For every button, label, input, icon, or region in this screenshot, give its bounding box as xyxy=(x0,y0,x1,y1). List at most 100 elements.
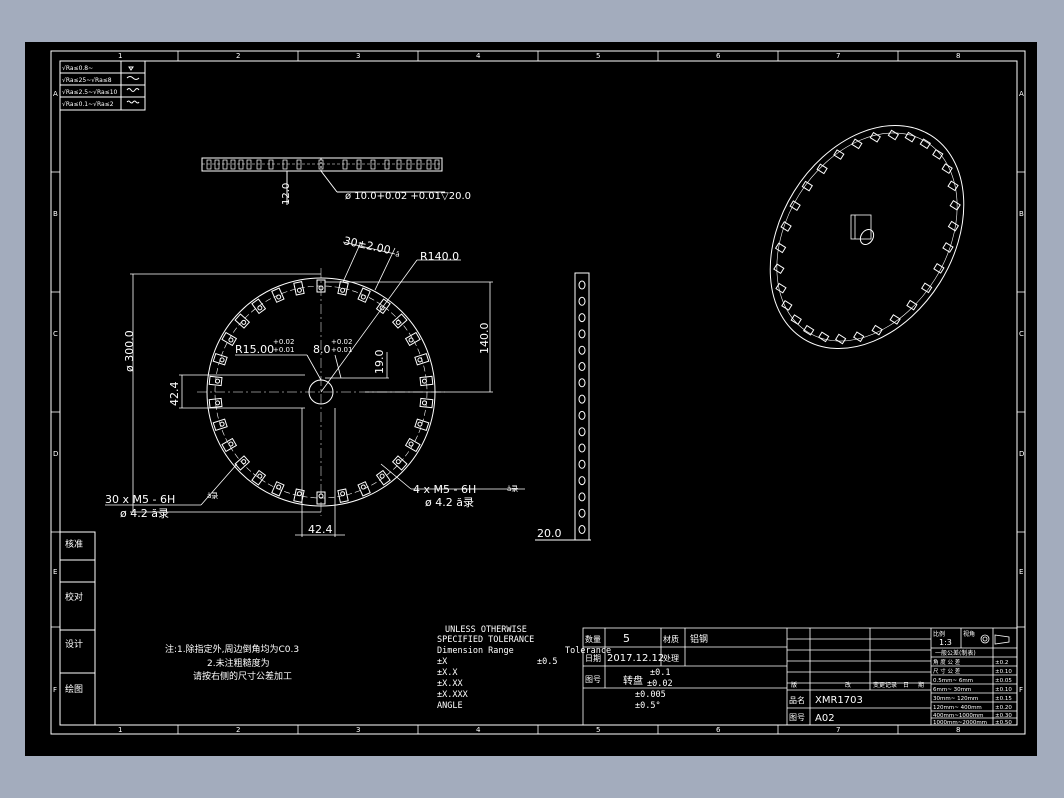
top-height-dim: 12.0 xyxy=(281,183,292,205)
zone-number: 5 xyxy=(596,726,600,734)
roughness-item: √Ra≤2.5~√Ra≤10 xyxy=(62,89,118,96)
side-hole xyxy=(578,296,586,306)
key-tol-lower: +0.01 xyxy=(331,346,352,354)
iso-slot xyxy=(851,138,863,150)
zone-letter: F xyxy=(1019,686,1023,694)
zone-number: 2 xyxy=(236,52,240,60)
side-hole xyxy=(578,476,586,486)
radius-dim: R140.0 xyxy=(420,250,459,263)
offset-dim-bottom: 42.4 xyxy=(308,523,333,536)
stamp-design: 设计 xyxy=(65,638,83,650)
zone-number: 6 xyxy=(716,52,721,60)
key-depth-dim: 19.0 xyxy=(373,350,386,375)
iso-slot xyxy=(834,333,847,345)
slot xyxy=(271,481,285,497)
zone-letter: B xyxy=(1019,210,1024,218)
key-tol-upper: +0.02 xyxy=(331,338,352,346)
slot xyxy=(404,437,421,453)
iso-slot xyxy=(942,242,954,253)
iso-slot xyxy=(887,129,900,141)
zone-number: 2 xyxy=(236,726,240,734)
tol-value: ±0.02 xyxy=(647,679,673,689)
stamp-column: 核准 校对 设计 绘图 xyxy=(59,531,96,726)
iso-slot xyxy=(773,263,785,275)
slot xyxy=(375,469,391,486)
projection-label: 视角 xyxy=(963,630,975,638)
zone-number: 4 xyxy=(476,726,481,734)
slot xyxy=(404,331,421,347)
gen-tol-value: ±0.10 xyxy=(995,669,1012,675)
iso-slot xyxy=(906,299,918,311)
zone-letter: D xyxy=(53,450,58,458)
rev-label: 变更记录 xyxy=(873,681,897,689)
side-hole xyxy=(578,525,586,534)
side-hole xyxy=(578,459,586,469)
zone-letter: C xyxy=(1019,330,1024,338)
zone-number: 7 xyxy=(836,726,840,734)
roughness-item: √Ra≤25~√Ra≤8 xyxy=(62,77,112,84)
gen-tol-range: 6mm~ 30mm xyxy=(933,687,971,693)
general-tol-title: 一般公差(制表) xyxy=(935,649,976,657)
rev-label: 版 xyxy=(791,681,797,689)
cad-drawing: 1 2 3 4 5 6 7 8 1 2 3 4 5 6 7 8 A B C D … xyxy=(50,50,1026,735)
iso-slot xyxy=(816,163,828,175)
side-thickness-dim: 20.0 xyxy=(537,527,562,540)
tol-row: ±X.X xyxy=(437,668,458,678)
iso-slot xyxy=(853,331,865,343)
iso-slot xyxy=(871,324,883,336)
zone-letter: B xyxy=(53,210,58,218)
slot xyxy=(419,397,434,409)
projection-symbol xyxy=(980,634,1010,645)
zone-number: 8 xyxy=(956,726,960,734)
tol-value: ±0.005 xyxy=(635,690,666,700)
number-value: A02 xyxy=(815,713,835,724)
zone-number: 8 xyxy=(956,52,960,60)
gen-tol-range: 0.5mm~ 6mm xyxy=(933,678,973,684)
gen-tol-range: 1000mm~2000mm xyxy=(933,720,987,726)
roughness-item: √Ra≤0.8~ xyxy=(62,65,93,72)
hub-tol-upper: +0.02 xyxy=(273,338,294,346)
iso-slot xyxy=(789,200,801,211)
iso-slot xyxy=(921,282,933,294)
tol-title-1: UNLESS OTHERWISE xyxy=(445,625,527,635)
qty-label: 数量 xyxy=(585,634,601,644)
rev-label: 日 xyxy=(903,682,909,689)
slot xyxy=(293,281,305,296)
iso-slot xyxy=(949,199,961,211)
side-hole xyxy=(578,394,586,404)
hole-callout-1-drill: ø 4.2 ă录 xyxy=(120,507,169,520)
iso-slot xyxy=(780,221,792,232)
slot xyxy=(337,488,349,503)
material-label: 材质 xyxy=(663,634,679,644)
material-value: 铝钢 xyxy=(690,633,708,645)
iso-slot xyxy=(947,220,960,232)
zone-ticks xyxy=(51,51,1025,734)
tol-value: ±0.5 xyxy=(537,657,557,667)
slot xyxy=(357,481,371,497)
zone-letter: C xyxy=(53,330,58,338)
gen-tol-value: ±0.2 xyxy=(995,660,1008,666)
view-label: 图号 xyxy=(585,675,601,684)
slot xyxy=(208,375,223,387)
tol-row: ±X xyxy=(437,657,448,667)
zone-number: 7 xyxy=(836,52,840,60)
note-line-3: 请按右侧的尺寸公差加工 xyxy=(193,670,292,682)
zone-number: 6 xyxy=(716,726,721,734)
side-hole xyxy=(578,345,586,355)
view-value: 转盘 xyxy=(623,674,643,687)
zone-number: 1 xyxy=(118,726,122,734)
slot xyxy=(337,281,349,296)
hub-radius-dim: R15.00 xyxy=(235,343,274,356)
gen-tol-range: 尺 寸 公 差 xyxy=(933,667,961,675)
side-hole xyxy=(578,280,586,290)
side-view: 20.0 xyxy=(535,272,591,541)
iso-slot xyxy=(869,131,881,143)
date-label: 日期 xyxy=(585,654,601,663)
tol-title-2: SPECIFIED TOLERANCE xyxy=(437,635,534,645)
slot xyxy=(251,298,267,315)
zone-letter: F xyxy=(53,686,57,694)
diameter-dim: ø 300.0 xyxy=(123,330,136,372)
slot-dim: 30±2.00 xyxy=(342,234,391,257)
slot xyxy=(212,418,228,432)
roughness-legend: √Ra≤0.8~ √Ra≤25~√Ra≤8 √Ra≤2.5~√Ra≤10 √Ra… xyxy=(59,60,146,111)
